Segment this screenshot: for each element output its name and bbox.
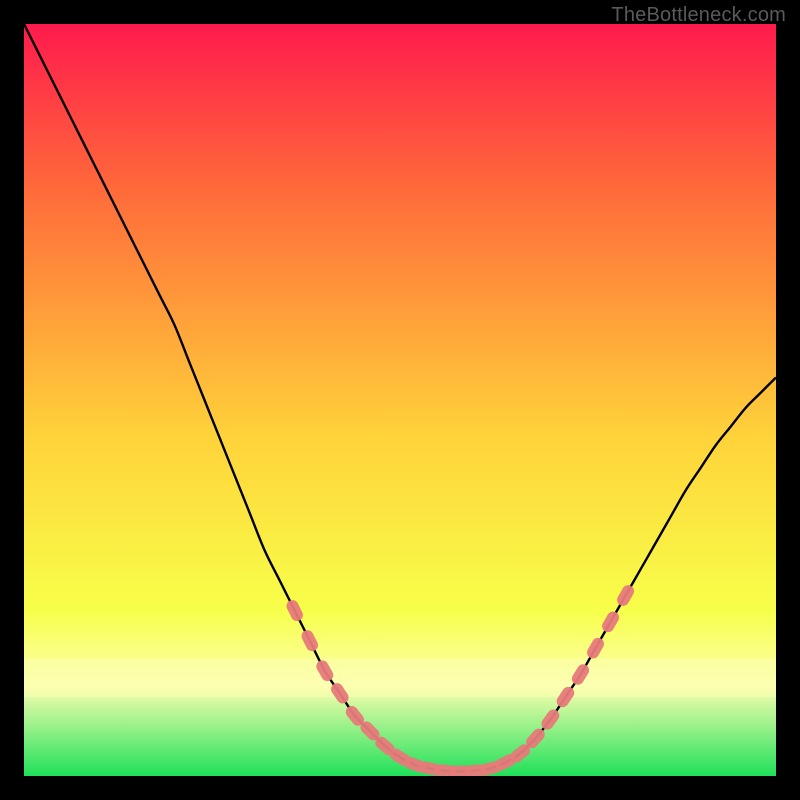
plot-area: [24, 24, 776, 776]
chart-stage: TheBottleneck.com: [0, 0, 800, 800]
watermark-text: TheBottleneck.com: [611, 4, 786, 27]
chart-svg: [24, 24, 776, 776]
highlight-band: [24, 659, 776, 697]
